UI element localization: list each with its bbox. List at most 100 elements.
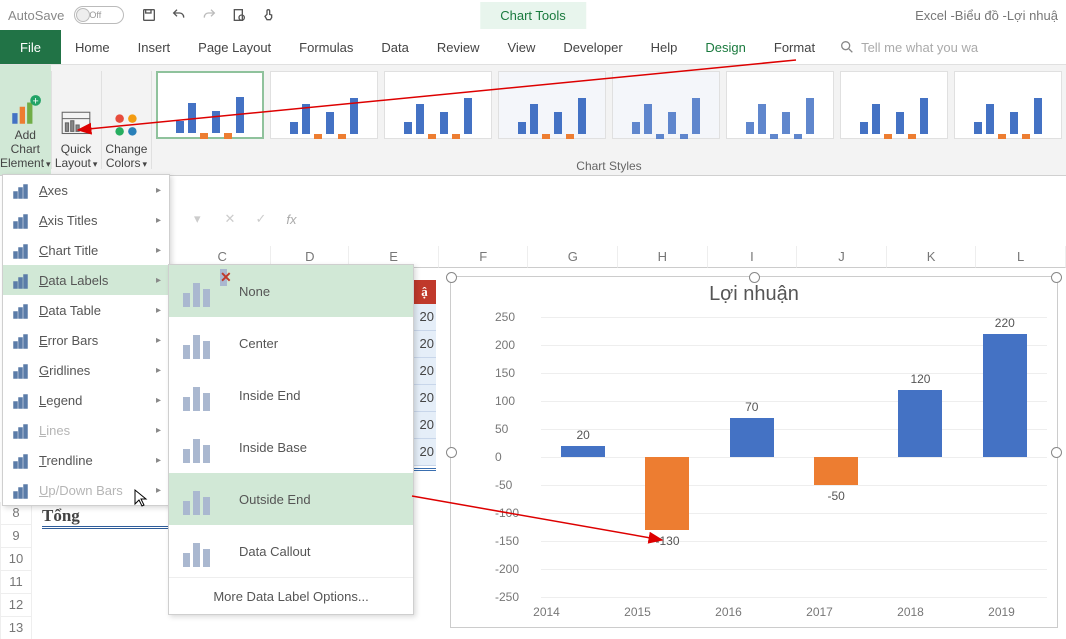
menu-item-data-labels[interactable]: Data Labels▸ — [3, 265, 169, 295]
column-header[interactable]: G — [528, 246, 618, 268]
data-label-option-outside-end[interactable]: Outside End — [169, 473, 413, 525]
tab-home[interactable]: Home — [61, 30, 124, 64]
save-icon[interactable] — [140, 6, 158, 24]
row-header[interactable]: 9 — [0, 525, 32, 548]
data-label-option-data-callout[interactable]: Data Callout — [169, 525, 413, 577]
menu-item-legend[interactable]: Legend▸ — [3, 385, 169, 415]
submenu-arrow-icon: ▸ — [156, 485, 161, 496]
bar[interactable] — [983, 334, 1027, 457]
embedded-chart[interactable]: Lợi nhuận -250-200-150-100-5005010015020… — [450, 276, 1058, 628]
menu-item-gridlines[interactable]: Gridlines▸ — [3, 355, 169, 385]
column-header-cell: ậ — [413, 280, 436, 304]
menu-item-axes[interactable]: Axes▸ — [3, 175, 169, 205]
bar[interactable] — [645, 457, 689, 530]
tab-page-layout[interactable]: Page Layout — [184, 30, 285, 64]
data-cell[interactable]: 20 — [413, 412, 436, 439]
data-cell[interactable]: 20 — [413, 304, 436, 331]
inside-base-icon — [183, 431, 223, 463]
cell-tong[interactable]: Tổng — [42, 506, 168, 529]
more-data-label-options[interactable]: More Data Label Options... — [169, 577, 413, 614]
data-labels-submenu: ✕NoneCenterInside EndInside BaseOutside … — [168, 264, 414, 615]
tab-view[interactable]: View — [493, 30, 549, 64]
row-header[interactable]: 13 — [0, 617, 32, 639]
chart-style-thumb[interactable] — [270, 71, 378, 139]
chart-title[interactable]: Lợi nhuận — [451, 283, 1057, 306]
chart-style-thumb[interactable] — [384, 71, 492, 139]
data-cell[interactable]: 20 — [413, 331, 436, 358]
tell-me-search[interactable]: Tell me what you wa — [839, 30, 978, 64]
axis-titles-icon — [11, 210, 31, 230]
data-label: -50 — [806, 489, 866, 503]
submenu-arrow-icon: ▸ — [156, 425, 161, 436]
change-colors-button[interactable]: Change Colors▾ — [102, 65, 152, 175]
row-header[interactable]: 11 — [0, 571, 32, 594]
tab-format[interactable]: Format — [760, 30, 829, 64]
resize-handle[interactable] — [749, 272, 760, 283]
column-header[interactable]: K — [887, 246, 977, 268]
chart-style-thumb[interactable] — [840, 71, 948, 139]
tab-review[interactable]: Review — [423, 30, 494, 64]
menu-item-trendline[interactable]: Trendline▸ — [3, 445, 169, 475]
trendline-icon — [11, 450, 31, 470]
column-header[interactable]: I — [708, 246, 798, 268]
print-preview-icon[interactable] — [230, 6, 248, 24]
menu-item-chart-title[interactable]: Chart Title▸ — [3, 235, 169, 265]
tab-insert[interactable]: Insert — [124, 30, 185, 64]
plot-area[interactable]: -250-200-150-100-5005010015020025020-130… — [501, 317, 1047, 597]
column-header[interactable]: H — [618, 246, 708, 268]
data-cell[interactable]: 20 — [413, 358, 436, 385]
data-cell[interactable]: 20 — [413, 439, 436, 466]
chart-styles-label: Chart Styles — [152, 159, 1066, 173]
data-label-option-inside-base[interactable]: Inside Base — [169, 421, 413, 473]
resize-handle[interactable] — [1051, 272, 1062, 283]
chart-style-thumb[interactable] — [726, 71, 834, 139]
menu-item-label: Axes — [39, 183, 68, 198]
bar[interactable] — [730, 418, 774, 457]
bar[interactable] — [814, 457, 858, 485]
column-header[interactable]: J — [797, 246, 887, 268]
tab-developer[interactable]: Developer — [549, 30, 636, 64]
data-label-option-none[interactable]: ✕None — [169, 265, 413, 317]
submenu-arrow-icon: ▸ — [156, 305, 161, 316]
chart-tools-context-tab: Chart Tools — [480, 2, 586, 29]
bar[interactable] — [561, 446, 605, 457]
ribbon-tabs: File Home Insert Page Layout Formulas Da… — [0, 30, 1066, 65]
data-label-option-inside-end[interactable]: Inside End — [169, 369, 413, 421]
data-label-option-center[interactable]: Center — [169, 317, 413, 369]
menu-item-data-table[interactable]: Data Table▸ — [3, 295, 169, 325]
resize-handle[interactable] — [446, 447, 457, 458]
menu-item-axis-titles[interactable]: Axis Titles▸ — [3, 205, 169, 235]
tab-data[interactable]: Data — [367, 30, 422, 64]
bar[interactable] — [898, 390, 942, 457]
resize-handle[interactable] — [446, 272, 457, 283]
column-header[interactable]: L — [976, 246, 1066, 268]
chart-style-thumb[interactable] — [612, 71, 720, 139]
chart-style-thumb[interactable] — [954, 71, 1062, 139]
data-cell[interactable]: 20 — [413, 385, 436, 412]
redo-icon[interactable] — [200, 6, 218, 24]
chart-style-thumb[interactable] — [156, 71, 264, 139]
x-tick-label: 2015 — [624, 605, 651, 619]
submenu-arrow-icon: ▸ — [156, 365, 161, 376]
add-chart-element-button[interactable]: + Add Chart Element▾ — [0, 65, 51, 175]
row-header[interactable]: 10 — [0, 548, 32, 571]
tab-formulas[interactable]: Formulas — [285, 30, 367, 64]
column-header[interactable]: F — [439, 246, 529, 268]
undo-icon[interactable] — [170, 6, 188, 24]
autosave-toggle[interactable]: Off — [74, 6, 124, 24]
chart-style-thumb[interactable] — [498, 71, 606, 139]
touch-mode-icon[interactable] — [260, 6, 278, 24]
tab-help[interactable]: Help — [637, 30, 692, 64]
outside-end-icon — [183, 483, 223, 515]
tab-design[interactable]: Design — [691, 30, 759, 64]
legend-icon — [11, 390, 31, 410]
resize-handle[interactable] — [1051, 447, 1062, 458]
menu-item-label: Legend — [39, 393, 82, 408]
row-header[interactable]: 12 — [0, 594, 32, 617]
tab-file[interactable]: File — [0, 30, 61, 64]
menu-item-error-bars[interactable]: Error Bars▸ — [3, 325, 169, 355]
quick-layout-button[interactable]: Quick Layout▾ — [51, 65, 101, 175]
submenu-arrow-icon: ▸ — [156, 455, 161, 466]
x-tick-label: 2017 — [806, 605, 833, 619]
formula-bar[interactable]: ▾ ✕ ✓ fx — [180, 205, 296, 233]
